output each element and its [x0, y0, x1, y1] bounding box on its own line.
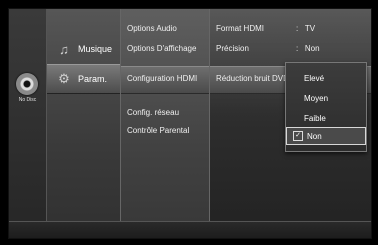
detail-value-precision: : Non [296, 44, 320, 53]
submenu-item-options-affichage[interactable]: Options D'affichage [127, 44, 196, 53]
disc-status-panel: No Disc [9, 9, 47, 238]
checkbox-icon: ✓ [293, 131, 303, 141]
bottom-bar [9, 221, 371, 238]
category-column: ♫ Musique ⚙ Param. [47, 9, 121, 238]
detail-value: TV [304, 24, 316, 33]
submenu-item-controle-parental[interactable]: Contrôle Parental [127, 126, 189, 135]
category-musique[interactable]: ♫ Musique [47, 35, 120, 63]
category-label: Musique [78, 44, 113, 54]
detail-value: Non [304, 44, 320, 53]
detail-label-reduction-bruit-dvd[interactable]: Réduction bruit DVD [216, 74, 289, 83]
dropdown-option-moyen[interactable]: Moyen [286, 89, 366, 107]
submenu-column: Options Audio Options D'affichage Config… [121, 9, 210, 238]
submenu-item-options-audio[interactable]: Options Audio [127, 24, 177, 33]
detail-separator: : [296, 24, 299, 33]
category-param[interactable]: ⚙ Param. [47, 64, 120, 94]
detail-label-precision[interactable]: Précision [216, 44, 249, 53]
detail-label-format-hdmi[interactable]: Format HDMI [216, 24, 264, 33]
submenu-item-configuration-hdmi[interactable]: Configuration HDMI [127, 74, 197, 83]
disc-icon [16, 73, 38, 95]
category-label: Param. [78, 74, 108, 84]
disc-status-label: No Disc [18, 97, 37, 103]
noise-reduction-dropdown[interactable]: Elevé Moyen Faible ✓ Non [285, 62, 367, 152]
gear-icon: ⚙ [58, 71, 70, 86]
detail-separator: : [296, 44, 299, 53]
dropdown-option-eleve[interactable]: Elevé [286, 69, 366, 87]
dropdown-option-faible[interactable]: Faible [286, 109, 366, 127]
detail-value-format-hdmi: : TV [296, 24, 315, 33]
submenu-item-config-reseau[interactable]: Config. réseau [127, 108, 179, 117]
dropdown-option-non[interactable]: ✓ Non [286, 127, 366, 145]
music-note-icon: ♫ [59, 41, 69, 57]
